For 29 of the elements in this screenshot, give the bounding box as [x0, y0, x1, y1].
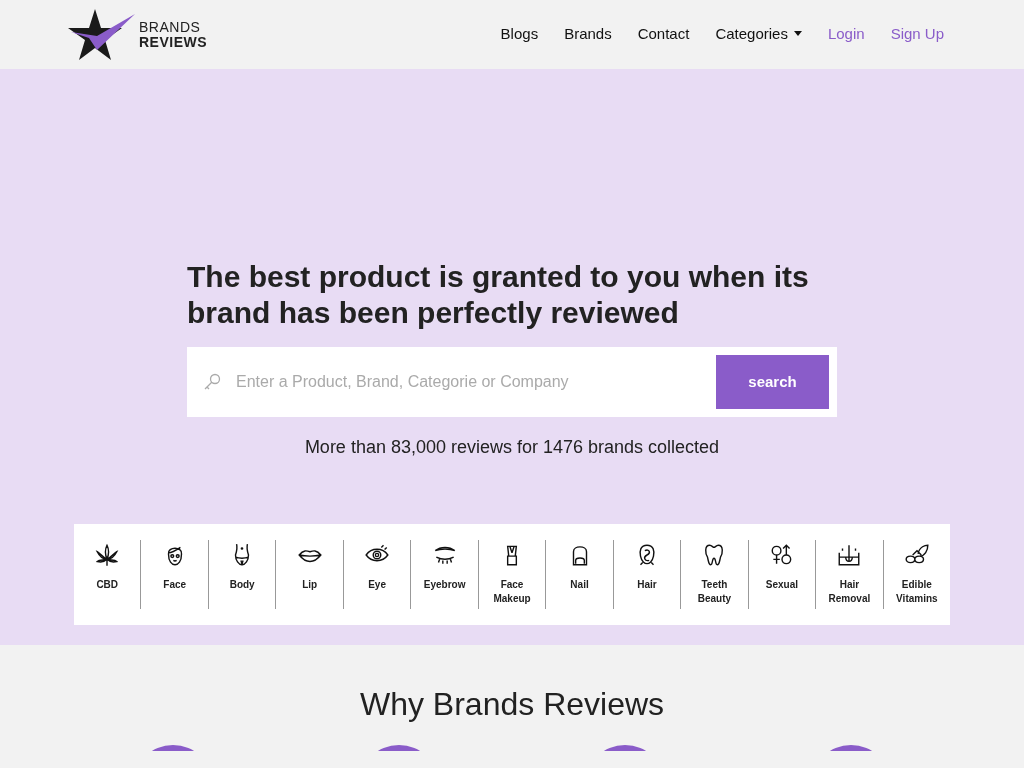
category-link[interactable]: Sexual [753, 578, 810, 592]
headline: The best product is granted to you when its brand has been perfectly reviewed [187, 259, 810, 331]
search-bar: Enter a Product, Brand, Categorie or Company search [187, 347, 837, 417]
stats-text: More than 83,000 reviews for 1476 brands collected [303, 436, 721, 459]
category-link[interactable]: Hair Removal [821, 578, 878, 606]
category-link[interactable]: Teeth Beauty [686, 578, 743, 606]
category-link[interactable]: Eye [349, 578, 406, 592]
category-link[interactable]: Hair [619, 578, 675, 592]
nav-dropdown[interactable]: Categories [702, 23, 815, 46]
nav-link[interactable]: Sign Up [877, 23, 957, 46]
section-title: Why Brands Reviews [358, 685, 666, 724]
category-link[interactable]: Body [214, 578, 271, 592]
category-link[interactable]: Nail [551, 578, 608, 592]
nav-link[interactable]: Login [814, 23, 878, 46]
category-link[interactable]: Face [146, 578, 203, 592]
logo-wordmark-top: BRANDS [139, 19, 202, 35]
leaf-icon [94, 542, 121, 568]
category-link[interactable]: Eyebrow [416, 578, 473, 592]
key-icon [203, 373, 221, 391]
category-link[interactable]: Edible Vitamins [888, 578, 945, 606]
category-link[interactable]: CBD [79, 578, 136, 592]
caret-icon [793, 31, 802, 37]
search-button[interactable]: search [716, 355, 829, 409]
logo-wordmark-bottom: REVIEWS [139, 34, 208, 50]
category-link[interactable]: Face Makeup [484, 578, 541, 606]
category-link[interactable]: Lip [281, 578, 338, 592]
nav-link[interactable]: Contact [624, 23, 703, 46]
nav-link[interactable]: Blogs [487, 23, 552, 46]
nav-link[interactable]: Brands [551, 23, 625, 46]
